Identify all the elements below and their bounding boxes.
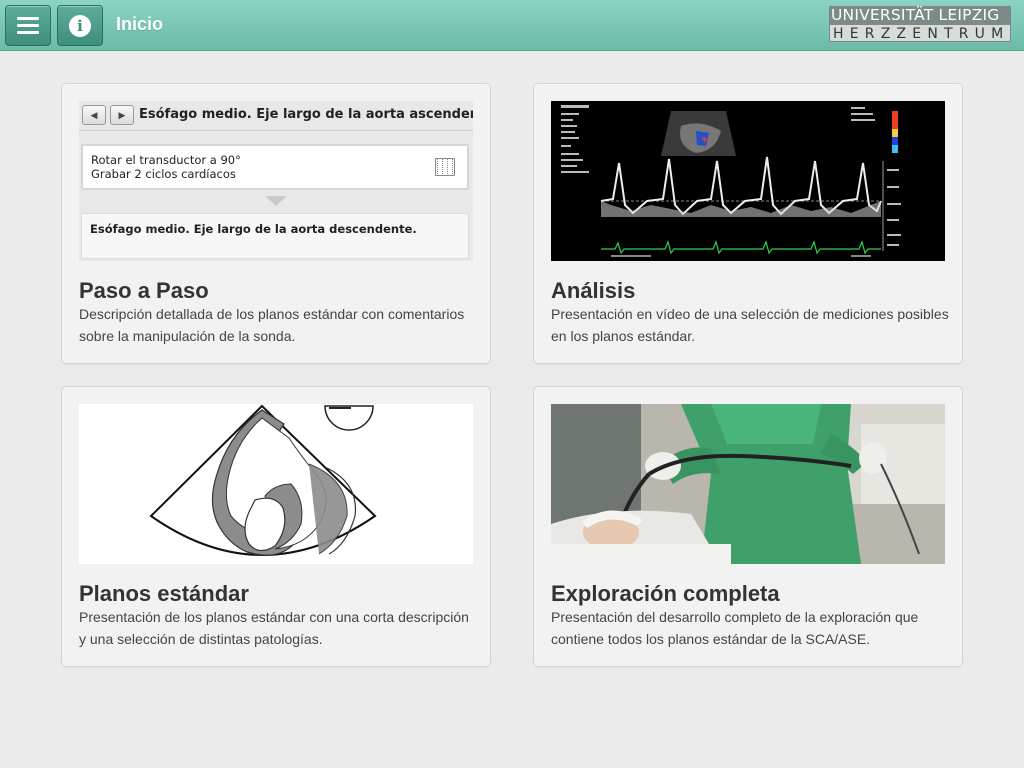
card-description: Presentación de los planos estándar con … xyxy=(79,609,469,647)
info-icon: i xyxy=(69,14,91,37)
university-logo: UNIVERSITÄT LEIPZIG HERZZENTRUM xyxy=(829,6,1011,42)
step-by-step-preview: ◀ ▶ Esófago medio. Eje largo de la aorta… xyxy=(79,101,473,261)
preview-step-line1: Rotar el transductor a 90° xyxy=(91,153,241,167)
preview-next-view: Esófago medio. Eje largo de la aorta des… xyxy=(81,213,469,259)
tee-exam-photo xyxy=(551,404,945,564)
preview-view-title: Esófago medio. Eje largo de la aorta asc… xyxy=(139,107,473,122)
card-description: Presentación del desarrollo completo de … xyxy=(551,609,919,647)
preview-step-box: Rotar el transductor a 90° Grabar 2 cicl… xyxy=(81,144,469,190)
logo-top-text: UNIVERSITÄT LEIPZIG xyxy=(829,6,1011,24)
next-arrow-icon: ▶ xyxy=(110,105,134,125)
preview-toolbar: ◀ ▶ Esófago medio. Eje largo de la aorta… xyxy=(79,101,473,131)
card-title: Exploración completa xyxy=(551,581,780,606)
prev-arrow-icon: ◀ xyxy=(82,105,106,125)
doppler-ultrasound-image xyxy=(551,101,945,261)
card-planos-estandar[interactable]: Planos estándar Presentación de los plan… xyxy=(61,386,491,667)
app-header: i Inicio UNIVERSITÄT LEIPZIG HERZZENTRUM xyxy=(0,0,1024,51)
card-exploracion-completa[interactable]: Exploración completa Presentación del de… xyxy=(533,386,963,667)
hamburger-menu-icon xyxy=(17,17,39,34)
logo-bottom-text: HERZZENTRUM xyxy=(829,24,1011,42)
standard-plane-diagram xyxy=(79,404,473,564)
card-title: Planos estándar xyxy=(79,581,249,606)
card-description: Presentación en vídeo de una selección d… xyxy=(551,306,949,344)
preview-step-line2: Grabar 2 ciclos cardíacos xyxy=(91,167,236,181)
doppler-preview-image xyxy=(551,101,945,261)
heart-sector-diagram xyxy=(79,404,473,564)
page-title: Inicio xyxy=(116,14,164,34)
card-description: Descripción detallada de los planos está… xyxy=(79,306,465,344)
arrow-down-icon xyxy=(265,196,287,206)
card-title: Análisis xyxy=(551,278,636,303)
card-analisis[interactable]: Análisis Presentación en vídeo de una se… xyxy=(533,83,963,364)
film-icon xyxy=(435,158,455,176)
card-title: Paso a Paso xyxy=(79,278,209,303)
card-paso-a-paso[interactable]: ◀ ▶ Esófago medio. Eje largo de la aorta… xyxy=(61,83,491,364)
menu-button[interactable] xyxy=(5,5,51,46)
examination-photo xyxy=(551,404,945,564)
info-button[interactable]: i xyxy=(57,5,103,46)
